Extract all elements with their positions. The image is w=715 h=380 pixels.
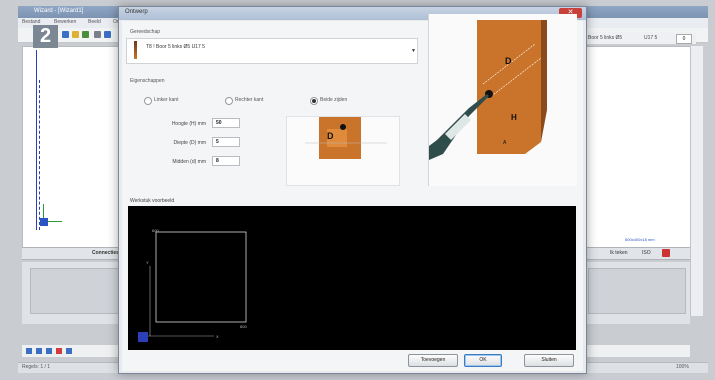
line-tool-icon[interactable] [36,348,42,354]
workpiece-outline [155,231,247,323]
ruler-line [36,50,37,230]
origin-marker-icon [138,332,148,342]
wood-edge-shape [541,20,547,142]
small-preview-diagram: D [305,117,387,159]
middle-label: Midden (d) mm [172,159,206,165]
tool-icon[interactable] [94,31,101,38]
app-toolbar-right: Boor 5 links Ø5 U17 5 0 [586,32,696,44]
radio-both-sides-label: Beide zijden [320,97,348,103]
text-tool-icon[interactable] [56,348,62,354]
drill-hole-marker [340,124,346,130]
radio-right-side-label: Rechter kant [235,97,264,103]
diagram-label-h: H [511,113,517,122]
dialog-title: Ontwerp [125,9,148,15]
radio-both-sides[interactable] [310,97,318,105]
add-button[interactable]: Toevoegen [408,354,458,367]
tool-group-label: Gereedschap [130,29,161,35]
step-badge: 2 [33,25,58,48]
large-preview-panel: D H A [428,14,577,186]
status-left: Regels: 1 / 1 [22,364,51,370]
depth-label: Diepte (D) mm [173,140,206,146]
lower-tab[interactable] [588,268,686,314]
tool-select[interactable] [126,38,418,64]
view-icon[interactable] [104,31,111,38]
toolbar-value-field[interactable]: 0 [676,34,692,44]
connections-label: Connecties [92,250,119,256]
menu-item[interactable]: Beeld [88,19,101,25]
design-canvas-right[interactable]: 600x400x18 mm [586,46,692,248]
preview-tick-top: 600 [152,228,159,233]
toolbar-tool-text2: U17 5 [644,35,658,41]
workpiece-preview-canvas[interactable]: 600 600 Y X [128,206,576,350]
preview-axis-x: X [216,334,219,339]
lower-tab[interactable] [30,268,122,314]
canvas-dimension-text: 600x400x18 mm [625,237,655,242]
panel-label[interactable]: Ik teken [610,250,628,256]
middle-field[interactable]: 8 [212,156,240,166]
x-axis-arrow-icon [48,221,62,222]
page-icon[interactable] [662,249,670,257]
design-canvas-left[interactable] [22,46,122,248]
diagram-label-d: D [327,131,334,141]
drill-chuck-shape [445,114,471,140]
drill-bit-icon [134,41,137,59]
workpiece-preview-drawing: 600 600 Y X [138,228,247,342]
panel-label-iso[interactable]: ISO [642,250,651,256]
draw-tool-icon[interactable] [26,348,32,354]
height-label: Hoogte (H) mm [171,121,206,127]
new-file-icon[interactable] [62,31,69,38]
large-preview-illustration: D H A [429,20,547,160]
origin-marker-icon [40,218,48,226]
preview-axis-y: Y [146,260,149,265]
open-folder-icon[interactable] [72,31,79,38]
preview-group-label: Werkstuk voorbeeld [130,198,175,204]
y-axis-arrow-icon [43,204,44,218]
preview-tick-bottom: 600 [240,324,247,329]
diagram-label-d-large: D [505,56,512,66]
height-field[interactable]: 50 [212,118,240,128]
radio-right-side[interactable] [225,97,233,105]
chevron-down-icon[interactable]: ▼ [411,48,416,54]
toolbar-tool-text: Boor 5 links Ø5 [588,35,623,41]
radio-left-side-label: Linker kant [154,97,179,103]
save-icon[interactable] [82,31,89,38]
depth-field[interactable]: 5 [212,137,240,147]
small-preview-panel: D [286,116,400,186]
app-title: Wizard - [Wizard1] [34,8,84,14]
status-zoom: 100% [676,364,689,370]
ruler-dashed-line [39,80,41,230]
ok-button[interactable]: OK [464,354,502,367]
dimension-tool-icon[interactable] [66,348,72,354]
cancel-button[interactable]: Sluiten [524,354,574,367]
tool-select-value: T8 ! Boor 5 links Ø5 U17 5 [146,44,205,50]
props-group-label: Eigenschappen [130,78,165,84]
rect-tool-icon[interactable] [46,348,52,354]
radio-left-side[interactable] [144,97,152,105]
vertical-scrollbar[interactable] [690,46,703,316]
wood-panel-shape [477,20,541,154]
